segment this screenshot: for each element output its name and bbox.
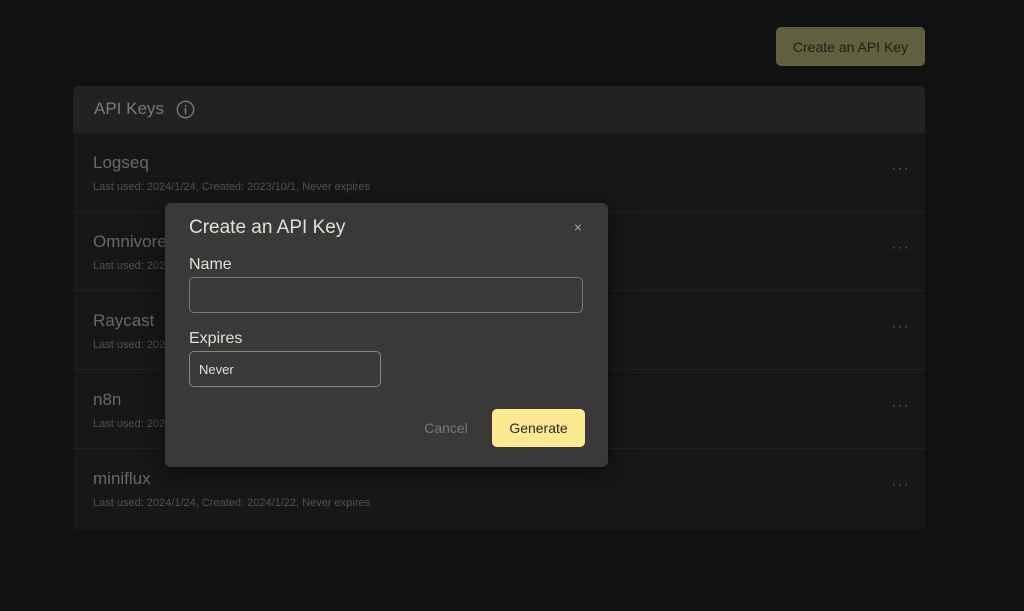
name-input[interactable] (189, 277, 583, 313)
api-key-name: Omnivore (93, 232, 167, 251)
create-api-key-dialog: Create an API Key × Name Expires Never C… (165, 203, 608, 467)
api-keys-title: API Keys (94, 99, 164, 118)
dialog-title: Create an API Key (189, 217, 346, 238)
more-options-icon[interactable]: ··· (891, 476, 910, 494)
api-key-row: Logseq Last used: 2024/1/24, Created: 20… (73, 132, 925, 211)
more-options-icon[interactable]: ··· (891, 318, 910, 336)
expires-label: Expires (189, 330, 243, 347)
api-key-name: miniflux (93, 469, 151, 488)
expires-select[interactable]: Never (189, 351, 381, 387)
cancel-button[interactable]: Cancel (411, 409, 481, 447)
api-key-meta: Last used: 2024/1/24, Created: 2024/1/22… (93, 497, 371, 509)
more-options-icon[interactable]: ··· (891, 239, 910, 257)
name-label: Name (189, 256, 232, 273)
generate-button[interactable]: Generate (492, 409, 585, 447)
more-options-icon[interactable]: ··· (891, 160, 910, 178)
api-keys-header: API Keys (73, 86, 925, 132)
api-key-name: Raycast (93, 311, 155, 330)
api-key-name: n8n (93, 390, 122, 409)
close-icon[interactable]: × (574, 219, 582, 235)
more-options-icon[interactable]: ··· (891, 397, 910, 415)
api-key-meta: Last used: 2024/1/24, Created: 2023/10/1… (93, 181, 371, 193)
info-icon[interactable] (176, 100, 195, 119)
create-api-key-button[interactable]: Create an API Key (776, 27, 925, 66)
expires-value: Never (199, 361, 234, 377)
api-key-name: Logseq (93, 153, 149, 172)
